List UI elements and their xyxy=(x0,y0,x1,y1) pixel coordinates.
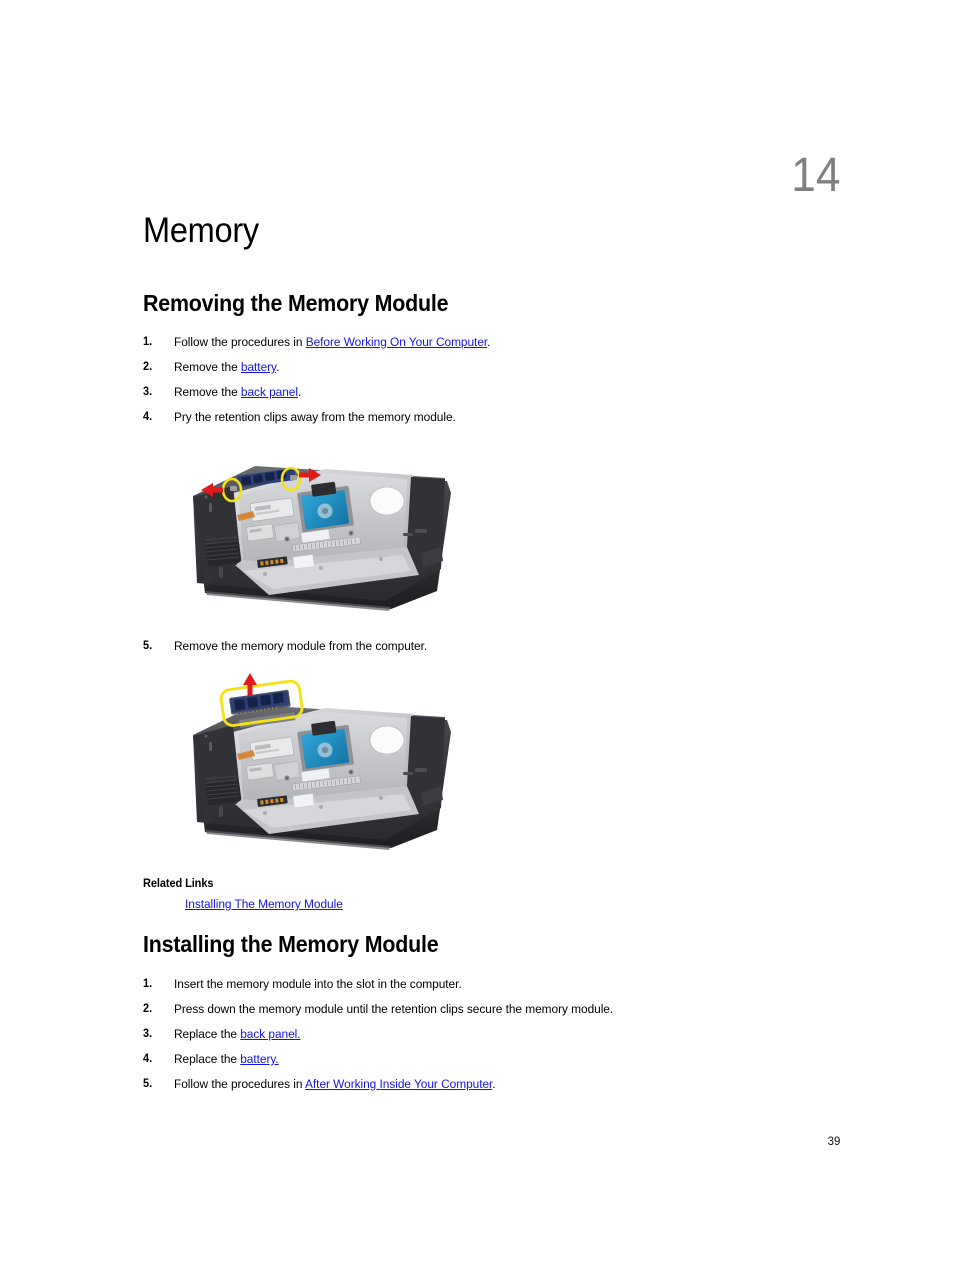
list-item-text: Remove the memory module from the comput… xyxy=(174,638,427,654)
list-item-text-pre: Pry the retention clips away from the me… xyxy=(174,410,456,424)
list-item-text-pre: Replace the xyxy=(174,1052,241,1066)
related-links-heading: Related Links xyxy=(143,877,214,890)
list-item: 4. Replace the battery. xyxy=(143,1051,843,1076)
steps-list-removing-part1: 1. Follow the procedures in Before Workin… xyxy=(143,334,843,434)
chapter-number: 14 xyxy=(790,149,840,202)
list-item-text-pre: Follow the procedures in xyxy=(174,335,306,349)
list-item-text-post: . xyxy=(492,1077,496,1091)
list-item-number: 4. xyxy=(143,1053,153,1065)
list-item-number: 1. xyxy=(143,336,153,348)
list-item-text-pre: Follow the procedures in xyxy=(174,1077,306,1091)
list-item-number: 1. xyxy=(143,978,153,990)
list-item-text-post: . xyxy=(297,385,302,399)
section-heading-removing: Removing the Memory Module xyxy=(143,290,449,316)
related-link-installing-memory-module[interactable]: Installing The Memory Module xyxy=(185,896,343,912)
list-item-number: 5. xyxy=(143,1078,153,1090)
list-item: 5. Remove the memory module from the comp… xyxy=(143,638,843,663)
steps-list-installing: 1. Insert the memory module into the slot… xyxy=(143,976,843,1101)
figure-2-illustration xyxy=(175,668,463,860)
list-item-text-post: . xyxy=(276,360,280,374)
page-title: Memory xyxy=(143,211,259,250)
list-item: 1. Insert the memory module into the slot… xyxy=(143,976,843,1001)
list-item-text-pre: Remove the xyxy=(174,385,241,399)
document-page: 14 Memory Removing the Memory Module 1. F… xyxy=(0,0,954,1268)
list-item-number: 2. xyxy=(143,1003,153,1015)
list-item-text-pre: Remove the memory module from the comput… xyxy=(174,639,428,653)
list-item-text-pre: Insert the memory module into the slot i… xyxy=(174,977,462,991)
list-item: 4. Pry the retention clips away from the … xyxy=(143,409,843,434)
list-item-text-pre: Remove the xyxy=(174,360,241,374)
list-item-text: Remove the back panel. xyxy=(174,384,301,400)
list-item-text: Follow the procedures in Before Working … xyxy=(174,334,490,350)
list-item: 2. Remove the battery. xyxy=(143,359,843,384)
list-item-text-post: . xyxy=(487,335,491,349)
section-heading-installing: Installing the Memory Module xyxy=(143,931,439,957)
figure-memory-retention-clips xyxy=(175,441,463,629)
list-item: 5. Follow the procedures in After Working… xyxy=(143,1076,843,1101)
list-item: 2. Press down the memory module until the… xyxy=(143,1001,843,1026)
doc-link[interactable]: After Working Inside Your Computer xyxy=(305,1077,492,1091)
list-item-text-pre: Press down the memory module until the r… xyxy=(174,1002,614,1016)
list-item-text: Replace the back panel. xyxy=(174,1026,301,1042)
doc-link[interactable]: Before Working On Your Computer xyxy=(306,335,488,349)
steps-list-removing-part2: 5. Remove the memory module from the comp… xyxy=(143,638,843,663)
list-item-text: Follow the procedures in After Working I… xyxy=(174,1076,496,1092)
doc-link[interactable]: back panel xyxy=(241,385,298,399)
list-item-text: Press down the memory module until the r… xyxy=(174,1001,613,1017)
figure-memory-module-removal xyxy=(175,668,463,860)
list-item-number: 3. xyxy=(143,386,153,398)
list-item-text: Pry the retention clips away from the me… xyxy=(174,409,456,425)
list-item-number: 3. xyxy=(143,1028,153,1040)
list-item-number: 4. xyxy=(143,411,153,423)
list-item-text-pre: Replace the xyxy=(174,1027,241,1041)
list-item: 3. Replace the back panel. xyxy=(143,1026,843,1051)
doc-link[interactable]: battery. xyxy=(240,1052,278,1066)
list-item-number: 5. xyxy=(143,640,153,652)
figure-1-illustration xyxy=(175,441,463,629)
doc-link[interactable]: battery xyxy=(241,360,276,374)
list-item-text: Remove the battery. xyxy=(174,359,279,375)
list-item: 3. Remove the back panel. xyxy=(143,384,843,409)
laptop-body xyxy=(193,466,451,611)
page-number: 39 xyxy=(827,1134,840,1148)
doc-link[interactable]: back panel. xyxy=(240,1027,300,1041)
list-item: 1. Follow the procedures in Before Workin… xyxy=(143,334,843,359)
list-item-number: 2. xyxy=(143,361,153,373)
list-item-text: Insert the memory module into the slot i… xyxy=(174,976,462,992)
list-item-text: Replace the battery. xyxy=(174,1051,279,1067)
